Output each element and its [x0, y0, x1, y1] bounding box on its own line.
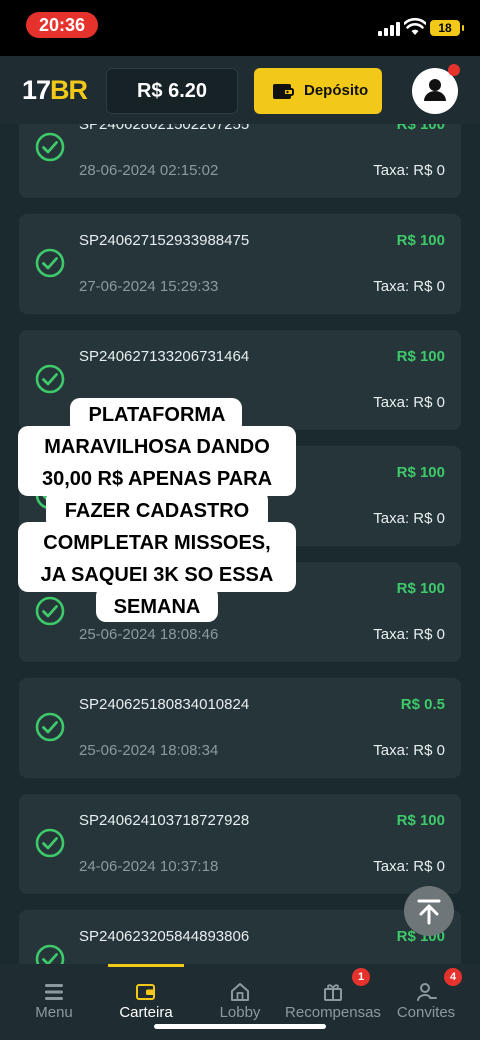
transaction-amount: R$ 100: [396, 812, 445, 829]
transaction-amount: R$ 100: [396, 464, 445, 481]
transaction-id: SP240627133206731464: [79, 348, 250, 365]
transaction-date: 25-06-2024 18:08:46: [79, 626, 219, 643]
signal-icon: [378, 22, 402, 36]
nav-convites[interactable]: Convites 4: [384, 964, 468, 1040]
transaction-id: SP240623205844893806: [79, 928, 250, 945]
transaction-id: SP240625180834010824: [79, 696, 250, 713]
battery-icon: 18: [430, 20, 464, 36]
overlay-line: PLATAFORMA: [88, 404, 226, 426]
nav-menu[interactable]: Menu: [10, 964, 98, 1040]
notification-dot: [448, 64, 460, 76]
overlay-line: MARAVILHOSA DANDO: [44, 436, 270, 458]
nav-label: Convites: [396, 1004, 456, 1021]
transaction-fee: Taxa: R$ 0: [373, 394, 445, 411]
status-time: 20:36: [26, 12, 98, 38]
transaction-amount: R$ 100: [396, 580, 445, 597]
check-circle-icon: [35, 828, 65, 858]
overlay-line: JA SAQUEI 3K SO ESSA: [40, 564, 274, 586]
notification-badge: 1: [352, 968, 370, 986]
transaction-amount: R$ 0.5: [400, 696, 445, 713]
overlay-line: FAZER CADASTRO: [64, 500, 250, 522]
home-icon: [231, 983, 249, 1001]
nav-label: Lobby: [219, 1004, 261, 1021]
logo[interactable]: 17BR: [22, 75, 88, 106]
transaction-fee: Taxa: R$ 0: [373, 278, 445, 295]
nav-label: Carteira: [119, 1004, 173, 1021]
logo-br: BR: [50, 75, 88, 105]
transaction-fee: Taxa: R$ 0: [373, 510, 445, 527]
user-add-icon: [417, 983, 437, 1001]
balance-display[interactable]: R$ 6.20: [106, 68, 238, 114]
scroll-top-button[interactable]: [404, 886, 454, 936]
transaction-id: SP240628021502207255: [79, 124, 250, 133]
transaction-card[interactable]: SP240624103718727928 R$ 100 24-06-2024 1…: [19, 794, 461, 894]
deposit-label: Depósito: [304, 82, 369, 99]
transaction-date: 25-06-2024 18:08:34: [79, 742, 219, 759]
menu-icon: [45, 984, 63, 1000]
transaction-fee: Taxa: R$ 0: [373, 858, 445, 875]
transaction-id: SP240627152933988475: [79, 232, 250, 249]
app-header: 17BR R$ 6.20 Depósito: [0, 56, 480, 124]
wallet-icon: [136, 984, 155, 1000]
check-circle-icon: [35, 944, 65, 964]
transaction-fee: Taxa: R$ 0: [373, 742, 445, 759]
overlay-line: 30,00 R$ APENAS PARA: [41, 468, 273, 490]
deposit-button[interactable]: Depósito: [254, 68, 382, 114]
transaction-fee: Taxa: R$ 0: [373, 626, 445, 643]
wifi-icon: [404, 18, 426, 35]
nav-label: Recompensas: [285, 1004, 381, 1021]
transaction-card[interactable]: SP240623205844893806 R$ 100: [19, 910, 461, 964]
check-circle-icon: [35, 364, 65, 394]
check-circle-icon: [35, 712, 65, 742]
transaction-card[interactable]: SP240625180834010824 R$ 0.5 25-06-2024 1…: [19, 678, 461, 778]
transaction-date: 28-06-2024 02:15:02: [79, 162, 219, 179]
overlay-line: COMPLETAR MISSOES,: [43, 532, 271, 554]
transaction-card[interactable]: SP240628021502207255 R$ 100 28-06-2024 0…: [19, 124, 461, 198]
check-circle-icon: [35, 132, 65, 162]
transaction-amount: R$ 100: [396, 124, 445, 133]
arrow-up-icon: [417, 899, 441, 925]
transaction-amount: R$ 100: [396, 232, 445, 249]
profile-avatar[interactable]: [412, 64, 460, 114]
check-circle-icon: [35, 248, 65, 278]
home-indicator: [154, 1024, 326, 1029]
transaction-fee: Taxa: R$ 0: [373, 162, 445, 179]
transaction-card[interactable]: SP240627152933988475 R$ 100 27-06-2024 1…: [19, 214, 461, 314]
status-bar: 20:36 18: [0, 0, 480, 56]
transaction-date: 27-06-2024 15:29:33: [79, 278, 219, 295]
logo-number: 17: [22, 75, 51, 105]
overlay-line: SEMANA: [113, 596, 201, 618]
overlay-caption: PLATAFORMA MARAVILHOSA DANDO 30,00 R$ AP…: [18, 398, 296, 624]
nav-label: Menu: [35, 1004, 73, 1021]
transaction-id: SP240624103718727928: [79, 812, 250, 829]
gift-icon: [324, 984, 342, 1001]
wallet-icon: [273, 84, 294, 99]
notification-badge: 4: [444, 968, 462, 986]
transaction-amount: R$ 100: [396, 348, 445, 365]
transaction-date: 24-06-2024 10:37:18: [79, 858, 219, 875]
